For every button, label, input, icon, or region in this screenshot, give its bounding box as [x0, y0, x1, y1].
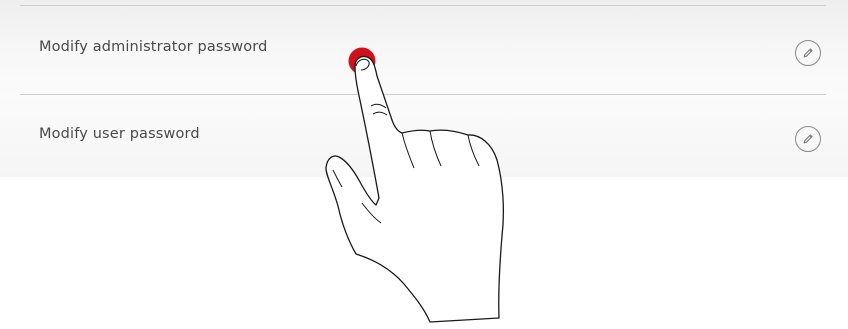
- pencil-icon: [803, 48, 813, 58]
- settings-panel: Modify administrator password Modify use…: [0, 0, 848, 177]
- edit-user-password-button[interactable]: [795, 126, 821, 152]
- edit-administrator-password-button[interactable]: [795, 40, 821, 66]
- row-label: Modify user password: [39, 126, 200, 142]
- modify-administrator-password-row[interactable]: Modify administrator password: [20, 6, 826, 94]
- screen: Modify administrator password Modify use…: [0, 0, 848, 329]
- modify-user-password-row[interactable]: Modify user password: [20, 95, 826, 177]
- thumb-crease: [361, 202, 382, 224]
- pencil-icon: [803, 134, 813, 144]
- row-label: Modify administrator password: [39, 39, 268, 55]
